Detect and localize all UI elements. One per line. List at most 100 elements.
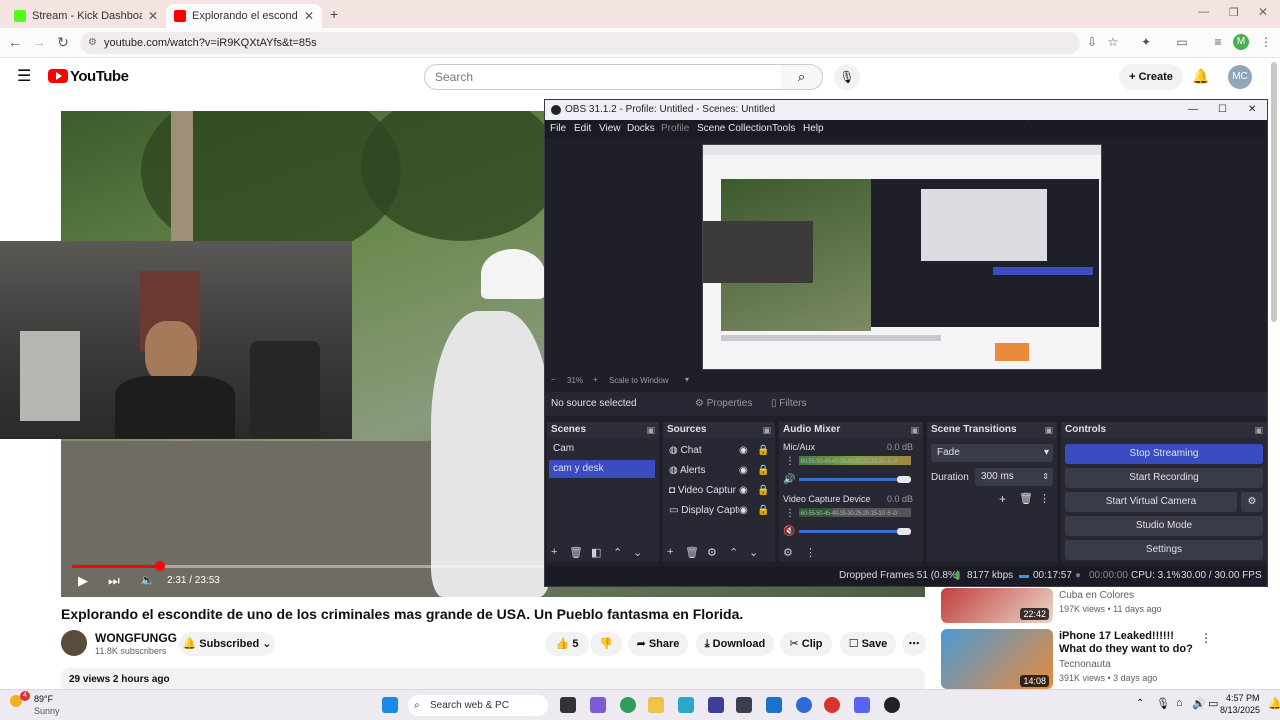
lock-icon[interactable]: 🔒: [757, 442, 769, 460]
remove-scene-icon[interactable]: 🗑: [569, 546, 583, 559]
stop-streaming-button[interactable]: Stop Streaming: [1065, 444, 1263, 464]
store-icon[interactable]: [708, 697, 724, 713]
properties-button[interactable]: ⚙ Properties: [695, 392, 752, 416]
obs-menu-edit[interactable]: Edit: [574, 123, 591, 134]
move-down-icon[interactable]: ⌄: [749, 546, 758, 559]
microphone-tray-icon[interactable]: 🎙: [1156, 697, 1170, 710]
hamburger-menu-icon[interactable]: ☰: [17, 66, 31, 86]
app-red-icon[interactable]: [824, 697, 840, 713]
youtube-logo-text[interactable]: YouTube: [70, 68, 129, 85]
close-window-icon[interactable]: ✕: [1258, 5, 1268, 19]
add-source-icon[interactable]: +: [667, 546, 673, 558]
zoom-in-icon[interactable]: +: [593, 375, 598, 384]
share-button[interactable]: ➦ Share: [628, 632, 688, 656]
dislike-button[interactable]: 👎: [590, 632, 622, 656]
task-view-icon[interactable]: [560, 697, 576, 713]
copilot-icon[interactable]: [590, 697, 606, 713]
remove-source-icon[interactable]: 🗑: [685, 546, 699, 559]
app-icon[interactable]: [736, 697, 752, 713]
obs-menu-scene-collection[interactable]: Scene Collection: [697, 123, 772, 134]
obs-minimize-icon[interactable]: —: [1188, 100, 1198, 120]
visibility-eye-icon[interactable]: ◉: [739, 442, 748, 460]
volume-icon[interactable]: 🔈: [140, 573, 155, 587]
search-input[interactable]: Search: [424, 64, 782, 90]
dock-float-icon[interactable]: ▣: [1254, 422, 1263, 438]
scene-filters-icon[interactable]: ◧: [591, 546, 601, 559]
clock-date[interactable]: 8/13/2025: [1220, 705, 1260, 715]
obs-menu-file[interactable]: File: [550, 123, 566, 134]
speaker-muted-icon[interactable]: 🔇: [783, 526, 795, 537]
settings-button[interactable]: Settings: [1065, 540, 1263, 560]
mixer-volume-slider[interactable]: [799, 478, 911, 481]
dock-float-icon[interactable]: ▣: [762, 422, 771, 438]
account-avatar[interactable]: MC: [1228, 65, 1252, 89]
dock-float-icon[interactable]: ▣: [1044, 422, 1053, 438]
page-scrollbar[interactable]: [1271, 62, 1277, 322]
obs-menu-tools[interactable]: Tools: [772, 123, 795, 134]
close-tab-icon[interactable]: ✕: [304, 9, 314, 23]
browser-menu-icon[interactable]: ⋮: [1258, 34, 1274, 50]
mixer-slider-knob[interactable]: [897, 528, 911, 535]
visibility-eye-icon[interactable]: ◉: [739, 482, 748, 500]
media-control-icon[interactable]: ≡: [1210, 34, 1226, 50]
outlook-icon[interactable]: [766, 697, 782, 713]
source-item[interactable]: ◘ Video Captur ◉ 🔒: [665, 482, 773, 500]
next-video-icon[interactable]: ⏭: [108, 573, 120, 589]
zoom-out-icon[interactable]: −: [551, 375, 556, 384]
notifications-bell-icon[interactable]: 🔔: [1192, 68, 1209, 85]
scale-to-window-label[interactable]: Scale to Window: [609, 376, 669, 385]
edge-icon[interactable]: [678, 697, 694, 713]
visibility-eye-icon[interactable]: ◉: [739, 462, 748, 480]
duration-input[interactable]: 300 ms ⇕: [975, 468, 1053, 486]
windows-start-icon[interactable]: [382, 697, 398, 713]
maximize-icon[interactable]: ❐: [1229, 6, 1239, 19]
add-transition-icon[interactable]: +: [999, 492, 1006, 506]
source-item[interactable]: ◍ Chat ◉ 🔒: [665, 442, 773, 460]
source-item[interactable]: ◍ Alerts ◉ 🔒: [665, 462, 773, 480]
video-progress-scrubber[interactable]: [155, 561, 165, 571]
move-up-icon[interactable]: ⌃: [729, 546, 738, 559]
advanced-audio-icon[interactable]: ⚙: [783, 546, 793, 559]
start-recording-button[interactable]: Start Recording: [1065, 468, 1263, 488]
remove-transition-icon[interactable]: 🗑: [1019, 492, 1033, 505]
browser-app-icon[interactable]: [796, 697, 812, 713]
network-icon[interactable]: ⌂: [1176, 697, 1183, 709]
play-icon[interactable]: ▶: [78, 573, 88, 589]
scene-item-cam-y-desk[interactable]: cam y desk: [549, 460, 655, 478]
recommendation-thumbnail[interactable]: 14:08: [941, 629, 1053, 689]
volume-tray-icon[interactable]: 🔊: [1192, 697, 1206, 710]
minimize-icon[interactable]: —: [1198, 6, 1209, 18]
url-field[interactable]: ⚙ youtube.com/watch?v=iR9KQXtAYfs&t=85s: [80, 32, 1080, 54]
add-scene-icon[interactable]: +: [551, 546, 557, 558]
filters-button[interactable]: ▯ Filters: [771, 392, 807, 416]
recommendation-thumbnail[interactable]: 22:42: [941, 588, 1053, 623]
file-explorer-icon[interactable]: [648, 697, 664, 713]
obs-maximize-icon[interactable]: ☐: [1218, 100, 1227, 120]
more-vertical-icon[interactable]: ⋮: [1200, 631, 1212, 645]
voice-search-button[interactable]: 🎙: [834, 64, 860, 90]
obs-title-bar[interactable]: OBS 31.1.2 - Profile: Untitled - Scenes:…: [545, 100, 1267, 120]
more-actions-button[interactable]: ⋯: [902, 632, 926, 656]
visibility-eye-icon[interactable]: ◉: [739, 502, 748, 520]
move-down-icon[interactable]: ⌄: [633, 546, 642, 559]
obs-close-icon[interactable]: ✕: [1248, 100, 1256, 120]
mixer-menu-icon[interactable]: ⋮: [805, 546, 816, 559]
move-up-icon[interactable]: ⌃: [613, 546, 622, 559]
tab-youtube-video[interactable]: Explorando el escondite de uno de los ✕: [166, 4, 322, 28]
recommendation-channel[interactable]: Cuba en Colores: [1059, 590, 1134, 601]
lock-icon[interactable]: 🔒: [757, 482, 770, 500]
mixer-options-icon[interactable]: ⋮: [785, 456, 795, 467]
obs-menu-view[interactable]: View: [599, 123, 621, 134]
channel-avatar[interactable]: [61, 630, 87, 656]
cast-icon[interactable]: ▭: [1174, 34, 1190, 50]
tray-chevron-icon[interactable]: ⌃: [1136, 698, 1144, 709]
clock-time[interactable]: 4:57 PM: [1226, 693, 1260, 703]
download-button[interactable]: ⤓ Download: [696, 632, 774, 656]
transition-menu-icon[interactable]: ⋮: [1039, 492, 1050, 505]
chrome-icon[interactable]: [620, 697, 636, 713]
notification-center-icon[interactable]: 🔔: [1268, 697, 1280, 710]
transition-select[interactable]: Fade ▾: [931, 444, 1053, 462]
lock-icon[interactable]: 🔒: [757, 462, 769, 480]
bookmark-star-icon[interactable]: ☆: [1105, 34, 1121, 50]
scale-dropdown-icon[interactable]: ▾: [685, 375, 689, 384]
